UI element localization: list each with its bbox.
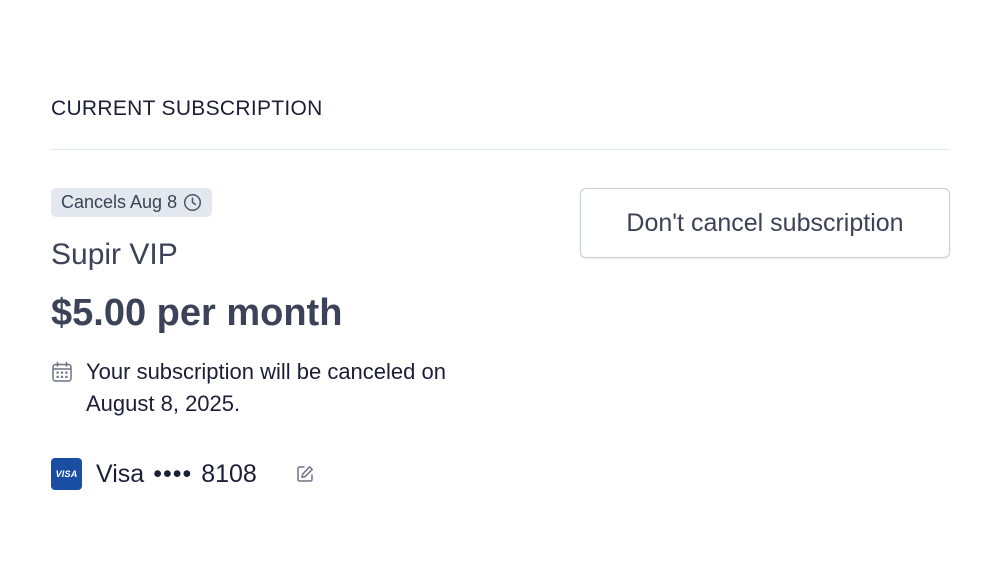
card-masked-digits: •••• [153, 459, 193, 488]
plan-price: $5.00 per month [51, 292, 343, 334]
calendar-icon [51, 361, 73, 383]
cancellation-notice-text: Your subscription will be canceled on Au… [86, 359, 446, 416]
status-badge: Cancels Aug 8 [51, 188, 213, 217]
status-badge-label: Cancels Aug 8 [61, 192, 178, 212]
visa-card-icon: VISA [51, 458, 82, 490]
payment-method: VISA Visa •••• 8108 [51, 457, 315, 491]
dont-cancel-subscription-button[interactable]: Don't cancel subscription [580, 188, 950, 258]
plan-name: Supir VIP [51, 238, 178, 271]
section-divider [50, 149, 950, 150]
edit-icon[interactable] [295, 464, 315, 484]
card-last4: 8108 [201, 459, 257, 488]
subscription-page: CURRENT SUBSCRIPTION Cancels Aug 8 Supir… [0, 0, 1000, 576]
clock-icon [183, 193, 202, 212]
section-title: CURRENT SUBSCRIPTION [51, 97, 323, 120]
card-brand-label: Visa [96, 459, 145, 488]
cancellation-notice: Your subscription will be canceled on Au… [51, 356, 491, 420]
